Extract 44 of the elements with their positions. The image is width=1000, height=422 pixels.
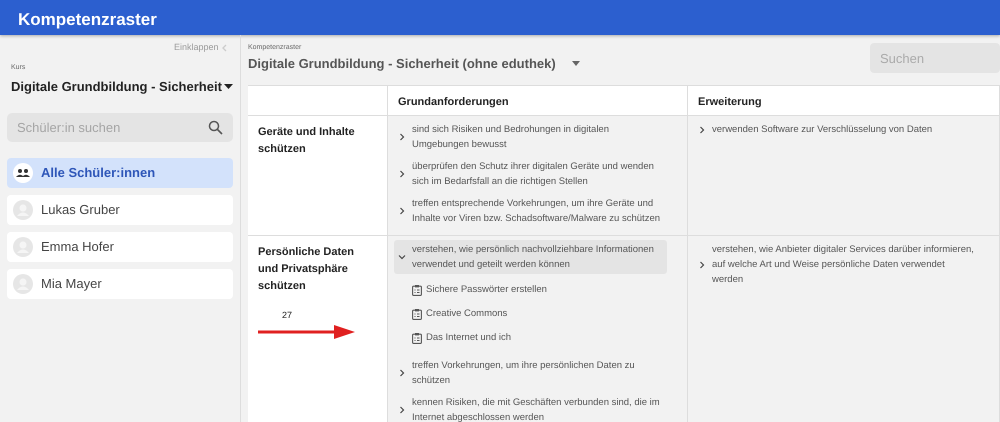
grid-title: Digitale Grundbildung - Sicherheit (ohne eduthek) — [248, 54, 556, 73]
avatar-icon — [13, 236, 33, 256]
chevron-right-icon — [398, 406, 406, 414]
chevron-right-icon — [698, 126, 706, 134]
group-icon — [13, 162, 33, 182]
grid-search-field[interactable]: Suchen — [870, 43, 1000, 73]
competency-item[interactable]: sind sich Risiken und Bedrohungen in digitalen Umgebungen bewusst — [394, 120, 667, 154]
activity-link[interactable]: Das Internet und ich — [412, 330, 667, 346]
chevron-down-icon — [398, 253, 406, 261]
dropdown-caret-icon — [224, 84, 233, 90]
chevron-right-icon — [398, 133, 406, 141]
search-icon — [208, 120, 223, 134]
avatar-icon — [13, 274, 33, 294]
chevron-right-icon — [398, 207, 406, 215]
student-item[interactable]: Emma Hofer — [7, 232, 233, 262]
student-item[interactable]: Mia Mayer — [7, 268, 233, 298]
clipboard-icon — [412, 284, 422, 296]
competency-item[interactable]: treffen entsprechende Vorkehrungen, um ihre Geräte und Inhalte vor Viren bzw. Schadsoftware/Malware zu schützen — [394, 194, 667, 228]
avatar-icon — [13, 200, 33, 220]
student-item[interactable]: Alle Schüler:innen — [7, 158, 233, 188]
clipboard-icon — [412, 332, 422, 344]
row-heading: Geräte und Inhalte schützen — [258, 125, 356, 157]
competency-item[interactable]: kennen Risiken, die mit Geschäften verbunden sind, die im Internet abgeschlossen werden — [394, 393, 667, 422]
student-search-field[interactable]: Schüler:in suchen — [7, 112, 233, 142]
chevron-right-icon — [398, 369, 406, 377]
competency-item[interactable]: verstehen, wie Anbieter digitaler Services darüber informieren, auf welche Art und Weise persönliche Daten verwendet werden — [694, 240, 979, 289]
chevron-right-icon — [398, 170, 406, 178]
activity-link[interactable]: Creative Commons — [412, 306, 667, 322]
clipboard-icon — [412, 308, 422, 320]
chevron-right-icon — [698, 260, 706, 268]
student-item[interactable]: Lukas Gruber — [7, 194, 233, 224]
competency-item[interactable]: überprüfen den Schutz ihrer digitalen Geräte und wenden sich im Bedarfsfall an die richtigen Stellen — [394, 157, 667, 191]
dropdown-caret-icon — [572, 60, 580, 66]
annotation-number: 27 — [282, 309, 294, 322]
row-heading: Persönliche Daten und Privatsphäre schützen — [258, 245, 355, 294]
column-header: Grundanforderungen — [388, 86, 688, 116]
activity-link[interactable]: Sichere Passwörter erstellen — [412, 282, 667, 298]
competency-item[interactable]: verstehen, wie persönlich nachvollziehbare Informationen verwendet und geteilt werden können — [394, 240, 667, 274]
app-title: Kompetenzraster — [0, 0, 1000, 35]
chevron-left-icon — [221, 44, 227, 52]
column-header: Erweiterung — [688, 86, 1000, 116]
course-name: Digitale Grundbildung - Sicherheit — [11, 78, 222, 96]
competency-item[interactable]: verwenden Software zur Verschlüsselung von Daten — [694, 120, 979, 139]
competency-item[interactable]: treffen Vorkehrungen, um ihre persönlichen Daten zu schützen — [394, 356, 667, 390]
